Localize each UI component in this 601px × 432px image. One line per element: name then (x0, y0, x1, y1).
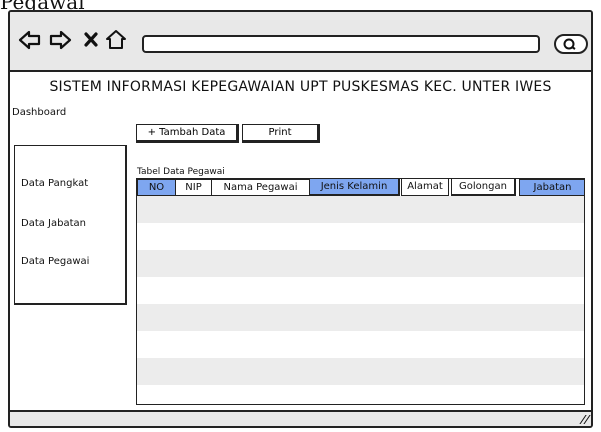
dashboard-link[interactable]: Dashboard (12, 107, 66, 118)
search-button[interactable] (554, 34, 588, 54)
sidebar-item-pegawai[interactable]: Data Pegawai (21, 256, 89, 267)
table-caption: Tabel Data Pegawai (137, 167, 225, 177)
status-bar: // (10, 410, 591, 426)
table-row[interactable] (137, 196, 584, 223)
column-header-nama[interactable]: Nama Pegawai (211, 179, 310, 196)
sidebar-item-pangkat[interactable]: Data Pangkat (21, 178, 88, 189)
sidebar: Data Pangkat Data Jabatan Data Pegawai (14, 145, 127, 305)
resize-grip-icon[interactable]: // (579, 413, 591, 426)
browser-toolbar (10, 12, 591, 72)
add-data-button[interactable]: + Tambah Data (136, 124, 239, 143)
back-arrow-icon[interactable] (18, 28, 42, 52)
column-header-no[interactable]: NO (137, 179, 176, 196)
column-header-jenis-kelamin[interactable]: Jenis Kelamin (309, 179, 400, 196)
table-row[interactable] (137, 277, 584, 304)
table-row[interactable] (137, 385, 584, 404)
table-row[interactable] (137, 250, 584, 277)
browser-window: SISTEM INFORMASI KEPEGAWAIAN UPT PUSKESM… (8, 10, 593, 428)
column-header-jabatan[interactable]: Jabatan (519, 179, 584, 196)
print-button[interactable]: Print (242, 124, 320, 143)
home-icon[interactable] (104, 28, 128, 52)
page-title: SISTEM INFORMASI KEPEGAWAIAN UPT PUSKESM… (49, 79, 552, 95)
close-icon[interactable] (80, 28, 104, 52)
table-row[interactable] (137, 358, 584, 385)
forward-arrow-icon[interactable] (48, 28, 72, 52)
sidebar-item-jabatan[interactable]: Data Jabatan (21, 218, 86, 229)
column-header-alamat[interactable]: Alamat (401, 179, 449, 196)
table-row[interactable] (137, 331, 584, 358)
table-row[interactable] (137, 223, 584, 250)
table-row[interactable] (137, 304, 584, 331)
employee-table: NO NIP Nama Pegawai Jenis Kelamin Alamat… (136, 178, 585, 405)
address-bar[interactable] (142, 35, 540, 53)
column-header-nip[interactable]: NIP (175, 179, 212, 196)
column-header-golongan[interactable]: Golongan (451, 179, 516, 196)
